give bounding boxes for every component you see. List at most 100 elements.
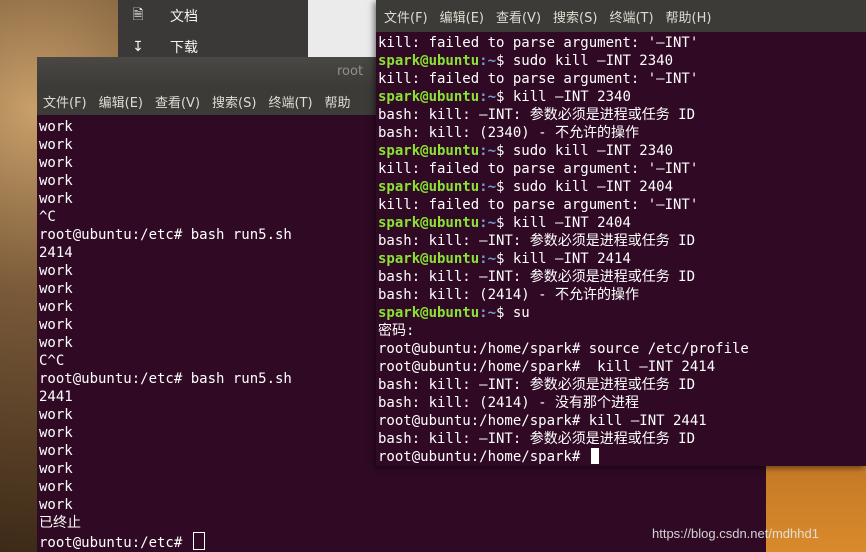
menu-edit[interactable]: 编辑(E) bbox=[434, 7, 490, 26]
terminal-line-text: work bbox=[39, 335, 73, 351]
terminal-line-text: kill: failed to parse argument: '—INT' bbox=[378, 71, 699, 87]
prompt-user: spark@ubuntu bbox=[378, 215, 480, 231]
prompt-path: :~ bbox=[479, 53, 497, 69]
terminal-line-text: C^C bbox=[39, 353, 65, 369]
terminal-line-text: work bbox=[39, 497, 73, 513]
terminal-line: 密码: bbox=[378, 322, 866, 340]
prompt-path: :~ bbox=[479, 89, 497, 105]
terminal-line-text: root@ubuntu:/home/spark# bbox=[378, 449, 589, 465]
prompt-user: spark@ubuntu bbox=[378, 53, 480, 69]
menu-file[interactable]: 文件(F) bbox=[37, 92, 93, 111]
prompt-path: :~ bbox=[479, 305, 497, 321]
terminal-line-text: kill: failed to parse argument: '—INT' bbox=[378, 161, 699, 177]
terminal-line-text: root@ubuntu:/home/spark# kill —INT 2441 bbox=[378, 413, 707, 429]
menu-help[interactable]: 帮助 bbox=[319, 92, 357, 111]
terminal-line-text: 已终止 bbox=[39, 515, 81, 531]
terminal-line: root@ubuntu:/home/spark# kill —INT 2441 bbox=[378, 412, 866, 430]
file-manager-content bbox=[308, 0, 378, 60]
terminal-cursor bbox=[590, 448, 599, 464]
terminal-line: spark@ubuntu:~$ kill —INT 2404 bbox=[378, 214, 866, 232]
terminal-line-text: work bbox=[39, 263, 73, 279]
terminal-line-text: bash: kill: —INT: 参数必须是进程或任务 ID bbox=[378, 233, 696, 249]
terminal-line: bash: kill: —INT: 参数必须是进程或任务 ID bbox=[378, 106, 866, 124]
menu-search[interactable]: 搜索(S) bbox=[206, 92, 262, 111]
terminal-line: kill: failed to parse argument: '—INT' bbox=[378, 196, 866, 214]
terminal-line-text: root@ubuntu:/etc# bbox=[39, 535, 191, 551]
menu-view[interactable]: 查看(V) bbox=[490, 7, 547, 26]
prompt-user: spark@ubuntu bbox=[378, 89, 480, 105]
watermark-text: https://blog.csdn.net/mdhhd1 bbox=[652, 526, 819, 541]
document-icon: 🗎 bbox=[132, 7, 144, 23]
terminal-line-text: $ sudo kill —INT 2340 bbox=[496, 143, 674, 159]
terminal-line-text: 2414 bbox=[39, 245, 73, 261]
terminal-line: spark@ubuntu:~$ su bbox=[378, 304, 866, 322]
right-terminal-screen[interactable]: kill: failed to parse argument: '—INT' sp… bbox=[378, 34, 866, 466]
terminal-line: spark@ubuntu:~$ sudo kill —INT 2404 bbox=[378, 178, 866, 196]
terminal-line-text: work bbox=[39, 299, 73, 315]
terminal-line: bash: kill: —INT: 参数必须是进程或任务 ID bbox=[378, 430, 866, 448]
menu-edit[interactable]: 编辑(E) bbox=[93, 92, 149, 111]
right-terminal-window[interactable]: 文件(F) 编辑(E) 查看(V) 搜索(S) 终端(T) 帮助(H) kill… bbox=[376, 0, 866, 466]
terminal-line-text: $ kill —INT 2414 bbox=[496, 251, 631, 267]
menu-help[interactable]: 帮助(H) bbox=[660, 7, 718, 26]
menu-terminal[interactable]: 终端(T) bbox=[603, 7, 659, 26]
terminal-line: root@ubuntu:/home/spark# kill —INT 2414 bbox=[378, 358, 866, 376]
terminal-line: bash: kill: (2340) - 不允许的操作 bbox=[378, 124, 866, 142]
terminal-line-text: work bbox=[39, 119, 73, 135]
prompt-path: :~ bbox=[479, 179, 497, 195]
terminal-line: spark@ubuntu:~$ sudo kill —INT 2340 bbox=[378, 52, 866, 70]
prompt-user: spark@ubuntu bbox=[378, 179, 480, 195]
terminal-line-text: work bbox=[39, 137, 73, 153]
terminal-line-text: work bbox=[39, 479, 73, 495]
left-terminal-title: root bbox=[337, 64, 364, 79]
terminal-line-text: bash: kill: (2414) - 不允许的操作 bbox=[378, 287, 640, 303]
terminal-line-text: work bbox=[39, 461, 73, 477]
terminal-cursor bbox=[192, 532, 205, 550]
prompt-user: spark@ubuntu bbox=[378, 143, 480, 159]
file-manager-item-label: 文档 bbox=[170, 9, 198, 25]
terminal-line: spark@ubuntu:~$ kill —INT 2340 bbox=[378, 88, 866, 106]
right-terminal-menubar: 文件(F) 编辑(E) 查看(V) 搜索(S) 终端(T) 帮助(H) bbox=[376, 0, 866, 32]
terminal-line-text: kill: failed to parse argument: '—INT' bbox=[378, 35, 699, 51]
terminal-line-text: work bbox=[39, 155, 73, 171]
terminal-line-text: work bbox=[39, 407, 73, 423]
terminal-line: work bbox=[39, 478, 766, 496]
prompt-path: :~ bbox=[479, 251, 497, 267]
terminal-line-text: $ sudo kill —INT 2404 bbox=[496, 179, 674, 195]
terminal-line-text: bash: kill: (2414) - 没有那个进程 bbox=[378, 395, 640, 411]
terminal-line-text: work bbox=[39, 281, 73, 297]
terminal-line-text: bash: kill: —INT: 参数必须是进程或任务 ID bbox=[378, 107, 696, 123]
download-icon: ↧ bbox=[132, 39, 144, 55]
terminal-line-text: $ kill —INT 2340 bbox=[496, 89, 631, 105]
terminal-line: work bbox=[39, 496, 766, 514]
file-manager-item-documents[interactable]: 🗎 文档 bbox=[118, 2, 308, 30]
menu-search[interactable]: 搜索(S) bbox=[547, 7, 603, 26]
terminal-line: spark@ubuntu:~$ sudo kill —INT 2340 bbox=[378, 142, 866, 160]
file-manager-item-label: 下载 bbox=[170, 40, 198, 56]
terminal-line-text: root@ubuntu:/etc# bash run5.sh bbox=[39, 227, 292, 243]
terminal-line: bash: kill: (2414) - 不允许的操作 bbox=[378, 286, 866, 304]
prompt-path: :~ bbox=[479, 143, 497, 159]
terminal-line-text: work bbox=[39, 443, 73, 459]
prompt-user: spark@ubuntu bbox=[378, 251, 480, 267]
prompt-path: :~ bbox=[479, 215, 497, 231]
terminal-line: kill: failed to parse argument: '—INT' bbox=[378, 34, 866, 52]
terminal-line: bash: kill: —INT: 参数必须是进程或任务 ID bbox=[378, 232, 866, 250]
terminal-line-text: kill: failed to parse argument: '—INT' bbox=[378, 197, 699, 213]
terminal-line-text: 2441 bbox=[39, 389, 73, 405]
terminal-line-text: bash: kill: (2340) - 不允许的操作 bbox=[378, 125, 640, 141]
terminal-line-text: bash: kill: —INT: 参数必须是进程或任务 ID bbox=[378, 431, 696, 447]
terminal-line-text: $ kill —INT 2404 bbox=[496, 215, 631, 231]
prompt-user: spark@ubuntu bbox=[378, 305, 480, 321]
terminal-line-text: ^C bbox=[39, 209, 56, 225]
terminal-line: root@ubuntu:/home/spark# source /etc/pro… bbox=[378, 340, 866, 358]
menu-terminal[interactable]: 终端(T) bbox=[262, 92, 318, 111]
terminal-line-text: bash: kill: —INT: 参数必须是进程或任务 ID bbox=[378, 377, 696, 393]
terminal-line-text: 密码: bbox=[378, 323, 415, 339]
terminal-line-text: work bbox=[39, 317, 73, 333]
menu-view[interactable]: 查看(V) bbox=[149, 92, 206, 111]
menu-file[interactable]: 文件(F) bbox=[378, 7, 434, 26]
terminal-line-text: work bbox=[39, 191, 73, 207]
terminal-line: kill: failed to parse argument: '—INT' bbox=[378, 160, 866, 178]
terminal-line: kill: failed to parse argument: '—INT' bbox=[378, 70, 866, 88]
